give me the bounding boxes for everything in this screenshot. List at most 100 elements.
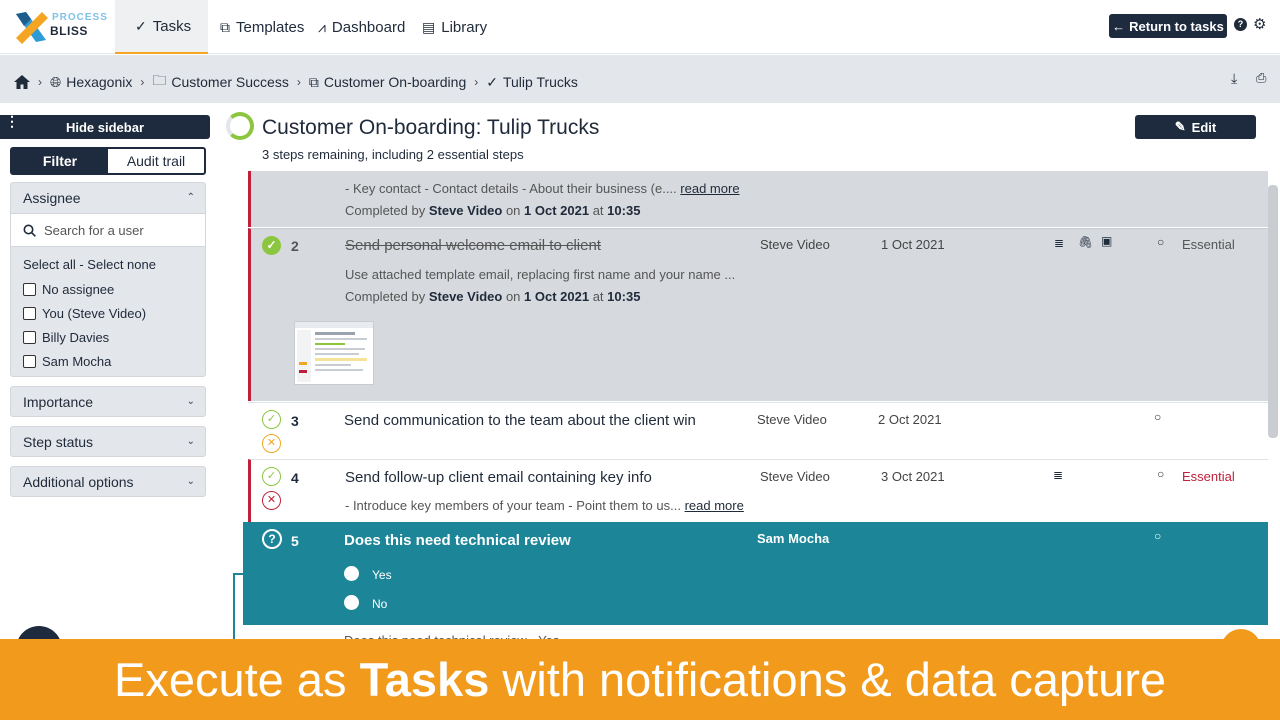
step-title[interactable]: Send follow-up client email containing k… [345, 469, 652, 486]
tab-tasks[interactable]: ✓ Tasks [115, 0, 208, 54]
process-bliss-logo[interactable]: PROCESS BLISS [12, 8, 107, 48]
chevron-right-icon: › [140, 75, 145, 89]
radio-yes-label: Yes [372, 568, 392, 582]
assignee-option[interactable]: Sam Mocha [11, 349, 205, 373]
print-icon[interactable]: ⎙ [1256, 70, 1266, 86]
drag-handle-icon[interactable]: ⋮ [5, 114, 19, 128]
step-description: Use attached template email, replacing f… [345, 267, 736, 282]
check-icon: ✓ [486, 73, 498, 90]
assignee-option-label: Billy Davies [42, 329, 110, 345]
chevron-right-icon: › [38, 75, 42, 89]
edit-button[interactable]: ✎ Edit [1135, 115, 1256, 139]
step-description-text: - Introduce key members of your team - P… [345, 498, 681, 513]
tab-templates-label: Templates [236, 18, 305, 36]
at-label: at [592, 203, 604, 218]
hide-sidebar-label: Hide sidebar [65, 119, 145, 135]
breadcrumb-customer-success-label: Customer Success [171, 74, 289, 90]
step-title[interactable]: Does this need technical review [344, 532, 571, 549]
tab-dashboard[interactable]: ⩘ Dashboard [318, 0, 405, 54]
assignee-header-label: Assignee [23, 190, 81, 206]
breadcrumb-customer-onboarding[interactable]: ⧉ Customer On-boarding [309, 74, 466, 91]
step-title[interactable]: Send communication to the team about the… [344, 412, 696, 429]
completion-info: Completed by Steve Video on 1 Oct 2021 a… [345, 289, 640, 304]
attachment-thumbnail[interactable] [294, 321, 374, 385]
read-more-link[interactable]: read more [685, 498, 744, 513]
hide-sidebar-button[interactable]: ⋮ Hide sidebar [0, 114, 210, 139]
return-to-tasks-label: Return to tasks [1129, 18, 1224, 34]
skip-x-icon[interactable]: ✕ [262, 434, 281, 453]
step-assignee: Steve Video [760, 469, 830, 484]
breadcrumb: › 🌐︎ Hexagonix › 🗀 Customer Success › ⧉ … [14, 70, 578, 94]
assignee-panel: Assignee ⌃ Select all - Select none No a… [10, 182, 206, 377]
tab-tasks-label: Tasks [152, 17, 192, 35]
progress-ring [226, 112, 254, 140]
return-to-tasks-button[interactable]: ← Return to tasks [1109, 14, 1227, 38]
radio-no[interactable] [344, 595, 359, 610]
folder-icon: 🗀 [152, 72, 167, 88]
home-icon[interactable] [14, 75, 30, 89]
additional-options-panel[interactable]: Additional options ⌄ [10, 466, 206, 497]
tab-filter[interactable]: Filter [12, 149, 108, 173]
help-icon[interactable]: ? [1234, 18, 1247, 31]
complete-check-icon[interactable]: ✓ [262, 410, 281, 429]
assignee-option-label: Sam Mocha [42, 353, 112, 369]
breadcrumb-customer-success[interactable]: 🗀 Customer Success [152, 70, 288, 94]
download-icon[interactable]: ⤓ [1231, 70, 1237, 87]
importance-panel[interactable]: Importance ⌄ [10, 386, 206, 417]
banner-text-pre: Execute as [113, 653, 347, 706]
step-due-date: 2 Oct 2021 [878, 412, 942, 427]
step-title[interactable]: Send personal welcome email to client [345, 237, 601, 254]
read-more-link[interactable]: read more [680, 181, 739, 196]
checkbox[interactable] [23, 354, 36, 368]
branch-connector [233, 573, 243, 643]
checkbox[interactable] [23, 282, 36, 296]
assignee-option[interactable]: No assignee [11, 277, 205, 301]
user-search [11, 213, 205, 247]
chevron-down-icon: ⌄ [186, 396, 195, 407]
globe-icon: 🌐︎ [50, 73, 62, 90]
comment-icon[interactable]: ○ [1154, 529, 1161, 543]
scrollbar[interactable] [1268, 185, 1278, 438]
select-all-none[interactable]: Select all - Select none [11, 247, 205, 277]
tab-dashboard-label: Dashboard [331, 18, 406, 36]
complete-check-icon[interactable]: ✓ [262, 467, 281, 486]
banner-text-post: with notifications & data capture [502, 653, 1167, 706]
tab-templates[interactable]: ⧉ Templates [220, 0, 304, 54]
assignee-option[interactable]: You (Steve Video) [11, 301, 205, 325]
edit-label: Edit [1191, 119, 1217, 135]
tab-library[interactable]: ▤ Library [422, 0, 487, 54]
checkbox[interactable] [23, 306, 36, 320]
user-search-input[interactable] [44, 222, 194, 238]
step-row-4[interactable]: ✓ ✕ 4 Send follow-up client email contai… [248, 459, 1268, 522]
completed-date: 1 Oct 2021 [524, 289, 590, 304]
completed-by-user: Steve Video [428, 203, 503, 218]
step-row-1[interactable]: - Key contact - Contact details - About … [248, 171, 1268, 227]
assignee-header[interactable]: Assignee ⌃ [11, 183, 205, 213]
at-label: at [592, 289, 604, 304]
comment-icon[interactable]: ○ [1154, 410, 1161, 424]
radio-yes[interactable] [344, 566, 359, 581]
logo-process-text: PROCESS [52, 12, 108, 23]
comment-icon[interactable]: ○ [1157, 235, 1164, 249]
breadcrumb-hexagonix[interactable]: 🌐︎ Hexagonix [50, 74, 132, 91]
step-number: 3 [291, 413, 299, 429]
assignee-option[interactable]: Billy Davies [11, 325, 205, 349]
essential-badge: Essential [1182, 469, 1235, 484]
chevron-up-icon: ⌃ [186, 192, 195, 203]
completed-by-user: Steve Video [428, 289, 503, 304]
breadcrumb-tulip-trucks[interactable]: ✓ Tulip Trucks [486, 74, 578, 91]
comment-icon[interactable]: ○ [1157, 467, 1164, 481]
completed-date: 1 Oct 2021 [524, 203, 590, 218]
step-row-3[interactable]: ✓ ✕ 3 Send communication to the team abo… [248, 402, 1268, 459]
skip-x-icon[interactable]: ✕ [262, 491, 281, 510]
template-icon: ⧉ [220, 18, 230, 35]
step-status-panel[interactable]: Step status ⌄ [10, 426, 206, 457]
step-row-2[interactable]: ✓ 2 Send personal welcome email to clien… [248, 228, 1268, 401]
tab-library-label: Library [441, 18, 488, 36]
banner-text-bold: Tasks [359, 653, 490, 706]
gear-icon[interactable]: ⚙ [1253, 15, 1266, 33]
step-status-header: Step status [23, 434, 94, 450]
completed-check-icon[interactable]: ✓ [262, 236, 281, 255]
tab-audit-trail[interactable]: Audit trail [108, 149, 204, 173]
checkbox[interactable] [23, 330, 36, 344]
